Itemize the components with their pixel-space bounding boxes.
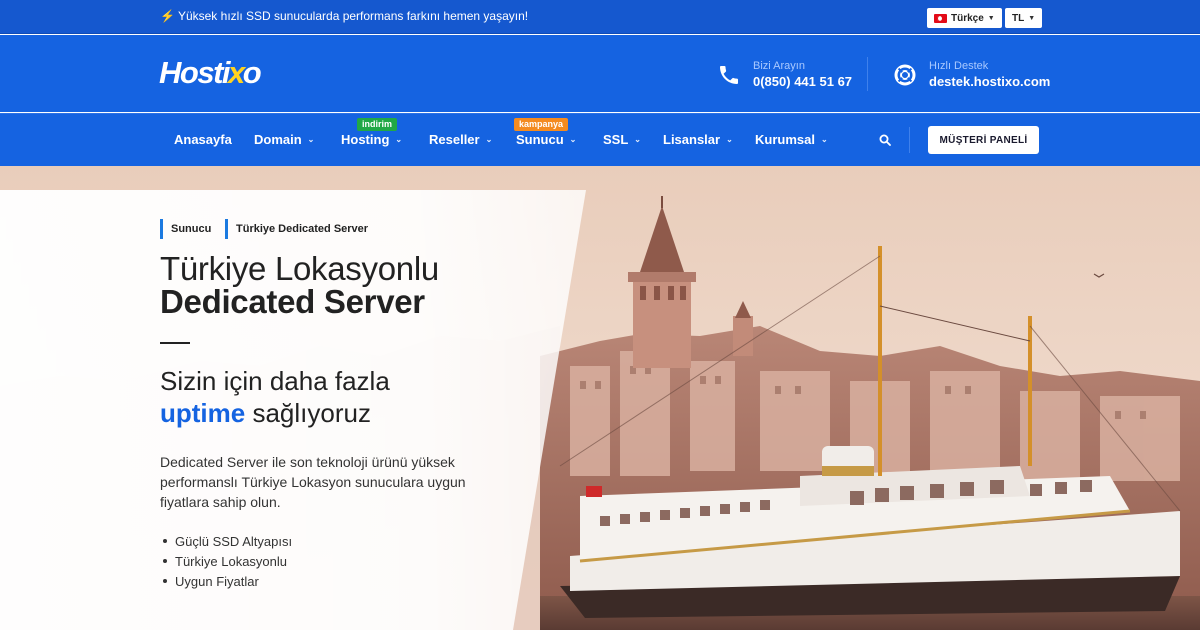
nav-item-ssl[interactable]: SSL ⌄	[603, 132, 641, 147]
nav-item-hosting[interactable]: indirim Hosting ⌄	[341, 118, 403, 147]
phone-icon	[720, 65, 738, 84]
main-nav: Anasayfa Domain ⌄ indirim Hosting ⌄ Resell…	[0, 113, 1200, 166]
breadcrumb-label: Türkiye Dedicated Server	[236, 223, 369, 235]
nav-item-reseller[interactable]: Reseller ⌄	[429, 132, 492, 147]
logo-text: Hosti	[159, 55, 231, 90]
logo-x: x	[228, 55, 245, 90]
support-link: destek.hostixo.com	[929, 74, 1051, 89]
chevron-down-icon: ⌄	[485, 135, 493, 144]
feature-item: Türkiye Lokasyonlu	[163, 551, 292, 571]
support-contact[interactable]: Hızlı Destek destek.hostixo.com	[893, 59, 1050, 90]
nav-label: Domain	[254, 132, 302, 147]
language-selector[interactable]: Türkçe ▼	[927, 8, 1002, 28]
turkey-flag-icon	[934, 13, 947, 23]
chevron-down-icon: ⌄	[307, 135, 315, 144]
promo-notice-text: Yüksek hızlı SSD sunucularda performans …	[177, 9, 529, 23]
hero-subtitle-line1: Sizin için daha fazla	[160, 366, 390, 396]
nav-item-sunucu[interactable]: kampanya Sunucu ⌄	[514, 118, 577, 147]
breadcrumb-item-dedicated[interactable]: Türkiye Dedicated Server	[225, 219, 368, 239]
logo-text-end: o	[242, 55, 262, 90]
phone-number: 0(850) 441 51 67	[753, 74, 853, 89]
feature-list: Güçlü SSD Altyapısı Türkiye Lokasyonlu U…	[163, 531, 292, 591]
currency-label: TL	[1012, 12, 1025, 24]
bullet-icon	[163, 539, 167, 543]
bullet-icon	[163, 579, 167, 583]
phone-contact[interactable]: Bizi Arayın 0(850) 441 51 67	[717, 59, 852, 90]
nav-label: Lisanslar	[663, 132, 721, 147]
chevron-down-icon: ⌄	[820, 135, 828, 144]
breadcrumb-item-sunucu[interactable]: Sunucu	[160, 219, 211, 239]
nav-item-anasayfa[interactable]: Anasayfa	[174, 132, 232, 147]
nav-label: SSL	[603, 132, 629, 147]
breadcrumb-bar	[160, 219, 163, 239]
nav-item-lisanslar[interactable]: Lisanslar ⌄	[663, 132, 733, 147]
feature-label: Türkiye Lokasyonlu	[175, 553, 287, 569]
nav-label: Kurumsal	[755, 132, 815, 147]
nav-divider	[909, 127, 910, 153]
discount-badge: indirim	[357, 118, 398, 131]
title-divider	[160, 342, 190, 344]
header-divider	[867, 57, 868, 91]
promo-notice: ⚡ Yüksek hızlı SSD sunucularda performan…	[160, 9, 528, 23]
caret-down-icon: ▼	[1028, 14, 1036, 22]
hero-subtitle-line2: uptime sağlıyoruz	[160, 398, 371, 429]
nav-label: Anasayfa	[174, 132, 232, 147]
chevron-down-icon: ⌄	[569, 135, 577, 144]
feature-item: Güçlü SSD Altyapısı	[163, 531, 292, 551]
chevron-down-icon: ⌄	[634, 135, 641, 144]
campaign-badge: kampanya	[514, 118, 569, 131]
top-bar: ⚡ Yüksek hızlı SSD sunucularda performan…	[0, 0, 1200, 34]
subtitle-rest: sağlıyoruz	[252, 398, 371, 428]
bullet-icon	[163, 559, 167, 563]
feature-label: Güçlü SSD Altyapısı	[175, 533, 293, 549]
support-label: Hızlı Destek	[929, 60, 989, 72]
lightning-icon: ⚡	[160, 9, 175, 23]
customer-panel-button[interactable]: MÜŞTERİ PANELİ	[928, 126, 1039, 154]
site-header: Hosti x o Bizi Arayın 0(850) 441 51 67 Hız…	[0, 35, 1200, 112]
search-icon[interactable]	[879, 134, 891, 146]
feature-label: Uygun Fiyatlar	[175, 573, 259, 589]
hero-title-bold: Dedicated Server	[160, 283, 425, 320]
nav-item-domain[interactable]: Domain ⌄	[254, 132, 314, 147]
breadcrumb-label: Sunucu	[171, 223, 212, 235]
phone-label: Bizi Arayın	[753, 60, 805, 72]
feature-item: Uygun Fiyatlar	[163, 571, 292, 591]
subtitle-highlight: uptime	[160, 398, 246, 428]
language-label: Türkçe	[951, 12, 984, 24]
lifebuoy-icon	[894, 64, 916, 85]
site-logo[interactable]: Hosti x o	[159, 55, 262, 91]
nav-label: Hosting	[341, 132, 390, 147]
chevron-down-icon: ⌄	[395, 135, 403, 144]
nav-item-kurumsal[interactable]: Kurumsal ⌄	[755, 132, 828, 147]
nav-label: Reseller	[429, 132, 480, 147]
caret-down-icon: ▼	[987, 14, 995, 22]
chevron-down-icon: ⌄	[726, 135, 733, 144]
currency-selector[interactable]: TL ▼	[1005, 8, 1043, 28]
breadcrumb-bar	[225, 219, 228, 239]
hero-description: Dedicated Server ile son teknoloji ürünü…	[160, 454, 466, 510]
nav-label: Sunucu	[516, 132, 564, 147]
